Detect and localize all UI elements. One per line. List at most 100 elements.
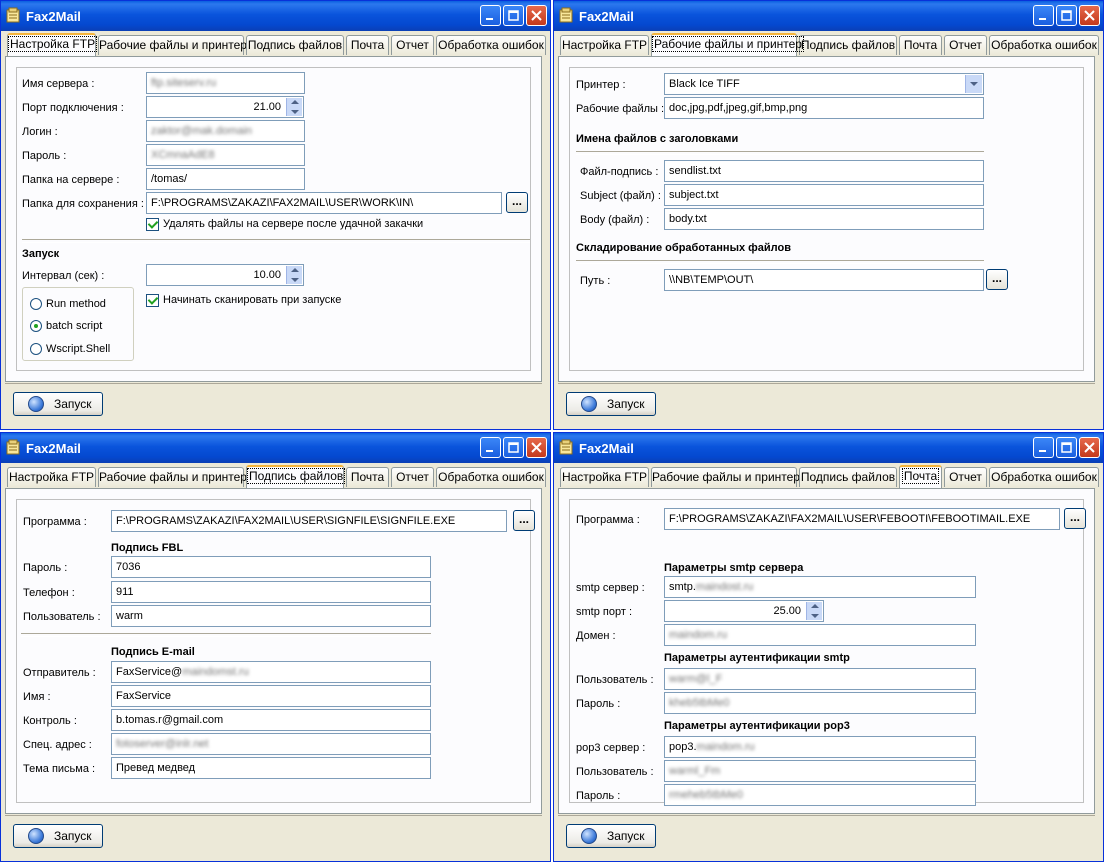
- fbl-password-input[interactable]: 7036: [111, 556, 431, 578]
- pop3-user-input[interactable]: warml_Fm: [664, 760, 976, 782]
- minimize-icon: [1039, 18, 1046, 20]
- title-bar[interactable]: Fax2Mail: [1, 1, 550, 31]
- folder-input[interactable]: /tomas/: [146, 168, 305, 190]
- tab-mail[interactable]: Почта: [346, 35, 389, 55]
- tab-work-files[interactable]: Рабочие файлы и принтер: [98, 35, 247, 55]
- tab-work-files[interactable]: Рабочие файлы и принтер: [651, 33, 804, 56]
- interval-stepper[interactable]: 10.00: [146, 264, 304, 286]
- mail-program-input[interactable]: F:\PROGRAMS\ZAKAZI\FAX2MAIL\USER\FEBOOTI…: [664, 508, 1060, 530]
- domain-input[interactable]: maindom.ru: [664, 624, 976, 646]
- chevron-down-icon[interactable]: [965, 75, 982, 93]
- printer-select[interactable]: Black Ice TIFF: [664, 73, 984, 95]
- tab-signature[interactable]: Подпись файлов: [246, 465, 346, 488]
- tab-ftp[interactable]: Настройка FTP: [560, 35, 649, 55]
- close-button[interactable]: [1079, 437, 1100, 458]
- browse-button[interactable]: ...: [506, 192, 528, 213]
- minimize-icon: [486, 450, 493, 452]
- sender-label: Отправитель :: [23, 667, 96, 679]
- browse-button[interactable]: ...: [1064, 508, 1086, 529]
- maximize-button[interactable]: [503, 5, 524, 26]
- spin-arrows-icon[interactable]: [286, 266, 302, 284]
- maximize-icon: [1061, 10, 1072, 21]
- tab-errors[interactable]: Обработка ошибок: [436, 467, 546, 487]
- title-bar[interactable]: Fax2Mail: [554, 433, 1103, 463]
- tab-report[interactable]: Отчет: [391, 467, 434, 487]
- maximize-button[interactable]: [503, 437, 524, 458]
- maximize-button[interactable]: [1056, 437, 1077, 458]
- tab-mail[interactable]: Почта: [899, 35, 942, 55]
- name-input[interactable]: FaxService: [111, 685, 431, 707]
- password-input[interactable]: XCmnaAdE8: [146, 144, 305, 166]
- spin-arrows-icon[interactable]: [806, 602, 822, 620]
- program-input[interactable]: F:\PROGRAMS\ZAKAZI\FAX2MAIL\USER\SIGNFIL…: [111, 510, 507, 532]
- browse-button[interactable]: ...: [986, 269, 1008, 290]
- radio-wscript-shell[interactable]: [30, 343, 42, 355]
- close-button[interactable]: [526, 5, 547, 26]
- user-input[interactable]: warm: [111, 605, 431, 627]
- smtp-port-stepper[interactable]: 25.00: [664, 600, 824, 622]
- scan-on-start-checkbox[interactable]: [146, 294, 159, 307]
- minimize-button[interactable]: [480, 5, 501, 26]
- phone-input[interactable]: 911: [111, 581, 431, 603]
- pop3-password-input[interactable]: rmeheb5tbMe0: [664, 784, 976, 806]
- close-button[interactable]: [526, 437, 547, 458]
- tab-errors[interactable]: Обработка ошибок: [989, 467, 1099, 487]
- smtp-server-input[interactable]: smtp.maindost.ru: [664, 576, 976, 598]
- tab-work-files[interactable]: Рабочие файлы и принтер: [98, 467, 247, 487]
- tab-mail[interactable]: Почта: [899, 465, 942, 488]
- close-button[interactable]: [1079, 5, 1100, 26]
- smtp-password-label: Пароль :: [576, 698, 621, 710]
- window-ftp: Fax2Mail Настройка FTP Рабочие файлы и п…: [0, 0, 551, 430]
- tab-ftp[interactable]: Настройка FTP: [7, 33, 98, 56]
- tab-errors[interactable]: Обработка ошибок: [436, 35, 546, 55]
- settings-frame: Принтер : Black Ice TIFF Рабочие файлы :…: [569, 67, 1084, 371]
- smtp-password-input[interactable]: kheb5tbMe0: [664, 692, 976, 714]
- body-file-input[interactable]: body.txt: [664, 208, 984, 230]
- title-bar[interactable]: Fax2Mail: [1, 433, 550, 463]
- tab-errors[interactable]: Обработка ошибок: [989, 35, 1099, 55]
- run-button[interactable]: Запуск: [13, 824, 103, 848]
- browse-button[interactable]: ...: [513, 510, 535, 531]
- tab-signature[interactable]: Подпись файлов: [799, 35, 897, 55]
- tab-signature[interactable]: Подпись файлов: [246, 35, 344, 55]
- special-address-input[interactable]: fotoserver@inlr.net: [111, 733, 431, 755]
- server-label: Имя сервера :: [22, 78, 95, 90]
- minimize-button[interactable]: [1033, 5, 1054, 26]
- tab-mail[interactable]: Почта: [346, 467, 389, 487]
- control-input[interactable]: b.tomas.r@gmail.com: [111, 709, 431, 731]
- delete-files-checkbox[interactable]: [146, 218, 159, 231]
- tab-report[interactable]: Отчет: [944, 467, 987, 487]
- email-subject-input[interactable]: Превед медвед: [111, 757, 431, 779]
- path-input[interactable]: \\NB\TEMP\OUT\: [664, 269, 984, 291]
- radio-run-method[interactable]: [30, 298, 42, 310]
- save-folder-input[interactable]: F:\PROGRAMS\ZAKAZI\FAX2MAIL\USER\WORK\IN…: [146, 192, 502, 214]
- tab-signature[interactable]: Подпись файлов: [799, 467, 897, 487]
- minimize-button[interactable]: [480, 437, 501, 458]
- tab-ftp[interactable]: Настройка FTP: [560, 467, 649, 487]
- smtp-user-input[interactable]: warm@l_F: [664, 668, 976, 690]
- signature-file-input[interactable]: sendlist.txt: [664, 160, 984, 182]
- close-icon: [1084, 10, 1095, 21]
- maximize-button[interactable]: [1056, 5, 1077, 26]
- sender-input[interactable]: FaxService@maindomst.ru: [111, 661, 431, 683]
- pop3-server-input[interactable]: pop3.maindom.ru: [664, 736, 976, 758]
- spin-arrows-icon[interactable]: [286, 98, 302, 116]
- run-button[interactable]: Запуск: [566, 824, 656, 848]
- tab-report[interactable]: Отчет: [944, 35, 987, 55]
- radio-batch-script[interactable]: [30, 320, 42, 332]
- run-button[interactable]: Запуск: [13, 392, 103, 416]
- tab-ftp[interactable]: Настройка FTP: [7, 467, 96, 487]
- window-title: Fax2Mail: [579, 441, 634, 456]
- divider: [576, 151, 984, 155]
- title-bar[interactable]: Fax2Mail: [554, 1, 1103, 31]
- subject-file-input[interactable]: subject.txt: [664, 184, 984, 206]
- minimize-button[interactable]: [1033, 437, 1054, 458]
- header-storage: Складирование обработанных файлов: [576, 242, 791, 254]
- tab-work-files[interactable]: Рабочие файлы и принтер: [651, 467, 800, 487]
- run-button[interactable]: Запуск: [566, 392, 656, 416]
- tab-report[interactable]: Отчет: [391, 35, 434, 55]
- server-input[interactable]: ftp.siteserv.ru: [146, 72, 305, 94]
- port-stepper[interactable]: 21.00: [146, 96, 304, 118]
- work-files-input[interactable]: doc,jpg,pdf,jpeg,gif,bmp,png: [664, 97, 984, 119]
- login-input[interactable]: zaktor@mak.domain: [146, 120, 305, 142]
